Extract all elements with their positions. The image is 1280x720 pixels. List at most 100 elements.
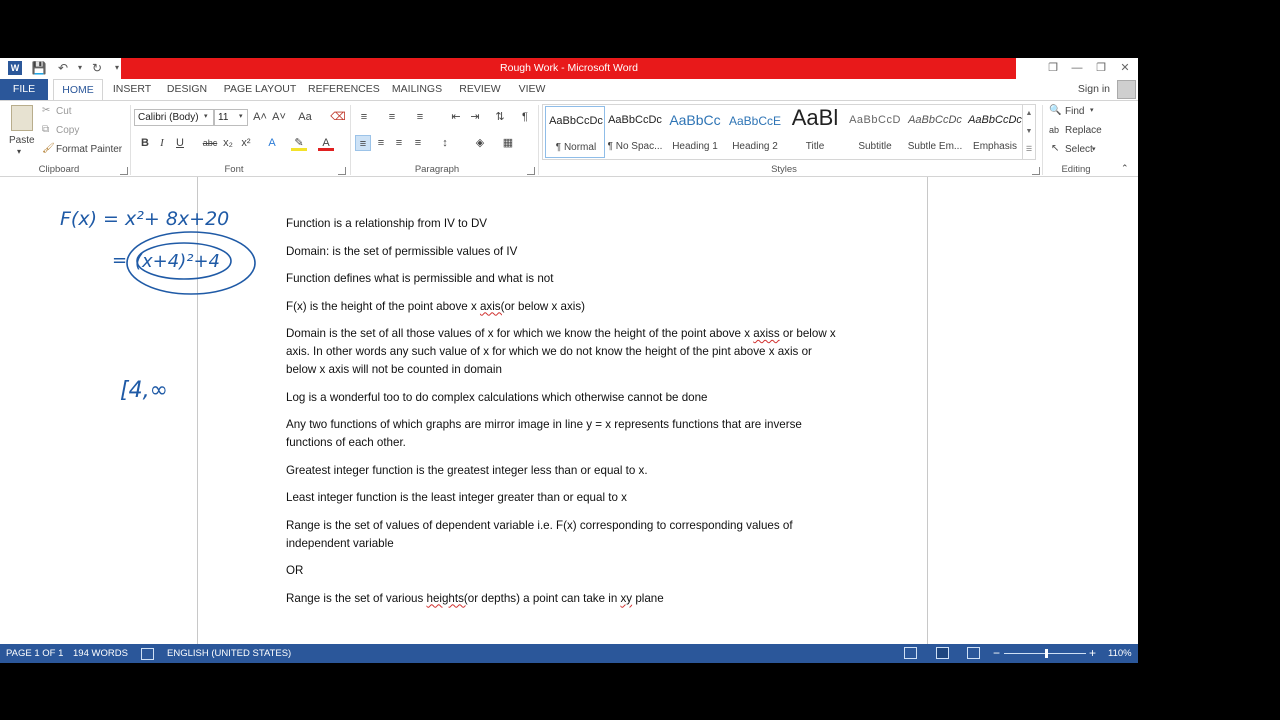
paragraph[interactable]: Least integer function is the least inte… (286, 489, 836, 507)
align-right-icon[interactable]: ≡ (391, 135, 407, 151)
restore-button[interactable]: ❐ (1090, 58, 1112, 79)
cut-button[interactable]: Cut (56, 106, 72, 117)
bullets-icon[interactable]: ≡ (356, 109, 372, 125)
document-page[interactable]: Function is a relationship from IV to DV… (197, 177, 928, 644)
avatar[interactable] (1117, 80, 1136, 99)
font-name-dropdown-icon[interactable]: ▾ (204, 112, 208, 120)
tab-review[interactable]: REVIEW (457, 79, 503, 100)
tab-mailings[interactable]: MAILINGS (389, 79, 445, 100)
page-count[interactable]: PAGE 1 OF 1 (6, 644, 63, 663)
read-mode-icon[interactable] (904, 647, 917, 659)
spelling-error[interactable]: heights( (427, 592, 468, 605)
grow-font-button[interactable]: A˄ (252, 109, 268, 125)
paragraph[interactable]: Function is a relationship from IV to DV (286, 215, 836, 233)
zoom-slider-thumb[interactable] (1045, 649, 1049, 658)
font-color-icon[interactable]: A (318, 135, 334, 151)
style-subtitle[interactable]: AaBbCcD Subtitle (845, 106, 905, 158)
tab-page-layout[interactable]: PAGE LAYOUT (222, 79, 298, 100)
justify-icon[interactable]: ≡ (410, 135, 426, 151)
paragraph[interactable]: Domain is the set of all those values of… (286, 325, 836, 379)
style-title[interactable]: AaBl Title (785, 105, 845, 158)
word-count[interactable]: 194 WORDS (73, 644, 128, 663)
tab-view[interactable]: VIEW (514, 79, 550, 100)
line-spacing-icon[interactable]: ↕ (437, 135, 453, 151)
language-indicator[interactable]: ENGLISH (UNITED STATES) (167, 644, 291, 663)
shrink-font-button[interactable]: A˅ (271, 109, 287, 125)
collapse-ribbon-icon[interactable]: ⌃ (1121, 163, 1129, 174)
highlight-color-icon[interactable]: ✎ (291, 135, 307, 151)
paragraph[interactable]: Function defines what is permissible and… (286, 270, 836, 288)
chevron-up-icon[interactable]: ▲ (1023, 105, 1035, 123)
multilevel-list-icon[interactable]: ≡ (412, 109, 428, 125)
shading-icon[interactable]: ◈ (472, 135, 488, 151)
find-button[interactable]: Find (1065, 106, 1084, 117)
style-no-spacing[interactable]: AaBbCcDc ¶ No Spac... (605, 106, 665, 158)
align-left-icon[interactable]: ≡ (355, 135, 371, 151)
paste-button[interactable]: Paste (9, 135, 35, 146)
style-normal[interactable]: AaBbCcDc ¶ Normal (545, 106, 605, 158)
paragraph[interactable]: Greatest integer function is the greates… (286, 462, 836, 480)
style-heading-2[interactable]: AaBbCcE Heading 2 (725, 106, 785, 158)
superscript-button[interactable]: x² (238, 135, 254, 151)
style-emphasis[interactable]: AaBbCcDc Emphasis (965, 106, 1025, 158)
paragraph[interactable]: Any two functions of which graphs are mi… (286, 416, 836, 452)
tab-home[interactable]: HOME (53, 79, 103, 100)
proofing-icon[interactable] (141, 648, 154, 660)
zoom-out-button[interactable]: − (993, 644, 1000, 663)
paragraph[interactable]: Log is a wonderful too to do complex cal… (286, 389, 836, 407)
italic-button[interactable]: I (154, 135, 170, 151)
align-center-icon[interactable]: ≡ (373, 135, 389, 151)
sort-icon[interactable]: ⇅ (492, 109, 508, 125)
clipboard-launcher-icon[interactable] (120, 167, 128, 175)
zoom-in-button[interactable]: + (1089, 644, 1096, 663)
help-button[interactable]: ? (1018, 58, 1040, 79)
paragraph[interactable]: Domain: is the set of permissible values… (286, 243, 836, 261)
tab-insert[interactable]: INSERT (110, 79, 154, 100)
tab-file[interactable]: FILE (0, 79, 48, 100)
zoom-level[interactable]: 110% (1108, 644, 1132, 663)
paragraph[interactable]: Range is the set of values of dependent … (286, 517, 836, 553)
select-dropdown-icon[interactable]: ▾ (1092, 145, 1096, 153)
paragraph-launcher-icon[interactable] (527, 167, 535, 175)
close-button[interactable]: ✕ (1114, 58, 1136, 79)
paste-icon[interactable] (11, 105, 33, 131)
minimize-button[interactable]: — (1066, 58, 1088, 79)
show-formatting-marks-icon[interactable]: ¶ (517, 109, 533, 125)
spelling-error[interactable]: axis( (480, 300, 504, 313)
bold-button[interactable]: B (137, 135, 153, 151)
spelling-error[interactable]: xy (621, 592, 633, 605)
replace-button[interactable]: Replace (1065, 125, 1102, 136)
font-launcher-icon[interactable] (338, 167, 346, 175)
font-size-dropdown-icon[interactable]: ▾ (239, 112, 243, 120)
clear-formatting-icon[interactable]: ⌫ (330, 109, 346, 125)
web-layout-icon[interactable] (967, 647, 980, 659)
increase-indent-icon[interactable]: ⇥ (467, 109, 483, 125)
styles-launcher-icon[interactable] (1032, 167, 1040, 175)
font-name-select[interactable]: Calibri (Body) (134, 109, 214, 126)
numbering-icon[interactable]: ≡ (384, 109, 400, 125)
subscript-button[interactable]: x₂ (220, 135, 236, 151)
ribbon-display-options-button[interactable]: ❐ (1042, 58, 1064, 79)
styles-scrollbar[interactable]: ▲ ▼ ☰ (1022, 105, 1035, 159)
style-subtle-emphasis[interactable]: AaBbCcDc Subtle Em... (905, 106, 965, 158)
decrease-indent-icon[interactable]: ⇤ (448, 109, 464, 125)
copy-button[interactable]: Copy (56, 125, 79, 136)
spelling-error[interactable]: axiss (753, 327, 779, 340)
style-heading-1[interactable]: AaBbCc Heading 1 (665, 106, 725, 158)
chevron-down-icon[interactable]: ▼ (1023, 123, 1035, 141)
tab-design[interactable]: DESIGN (163, 79, 211, 100)
paste-dropdown-icon[interactable]: ▾ (17, 147, 21, 156)
strikethrough-button[interactable]: abc (200, 135, 220, 151)
borders-icon[interactable]: ▦ (500, 135, 516, 151)
text-effects-icon[interactable]: A (264, 135, 280, 151)
paragraph[interactable]: F(x) is the height of the point above x … (286, 298, 836, 316)
paragraph[interactable]: Range is the set of various heights(or d… (286, 590, 836, 608)
format-painter-button[interactable]: Format Painter (56, 144, 122, 155)
paragraph[interactable]: OR (286, 562, 836, 580)
change-case-button[interactable]: Aa (294, 109, 316, 125)
document-body[interactable]: Function is a relationship from IV to DV… (286, 215, 836, 617)
underline-button[interactable]: U (172, 135, 188, 151)
select-button[interactable]: Select (1065, 144, 1093, 155)
tab-references[interactable]: REFERENCES (308, 79, 380, 100)
more-styles-icon[interactable]: ☰ (1023, 141, 1035, 159)
